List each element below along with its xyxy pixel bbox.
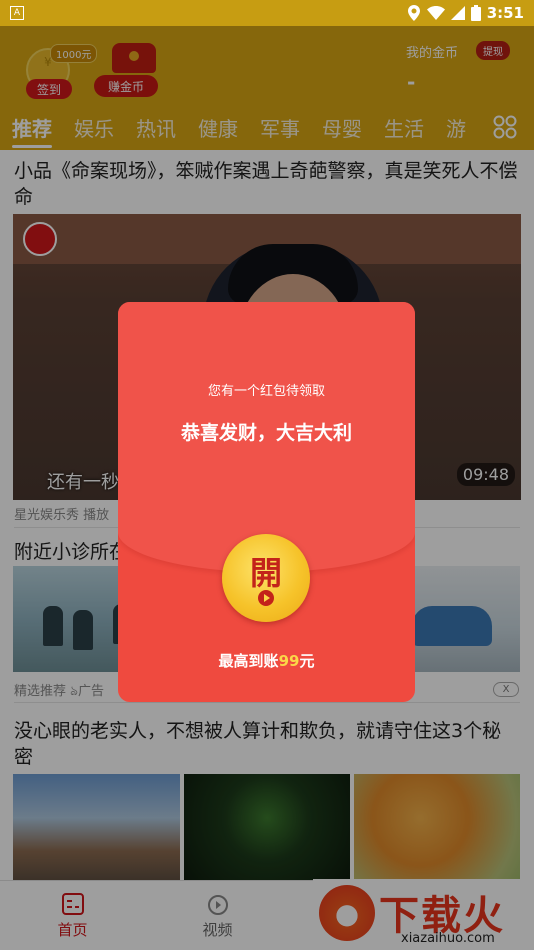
wifi-icon	[426, 6, 445, 20]
status-bar: A 3:51	[0, 0, 534, 26]
status-time: 3:51	[486, 4, 524, 22]
open-red-packet-button[interactable]: 開	[222, 534, 310, 622]
battery-icon	[470, 5, 481, 21]
red-packet-greeting: 恭喜发财，大吉大利	[180, 422, 352, 444]
max-reward-amount: 99	[278, 652, 300, 670]
location-icon	[407, 5, 420, 21]
app-notification-icon: A	[10, 6, 24, 20]
red-packet-pending-text: 您有一个红包待领取	[207, 384, 325, 399]
play-icon	[258, 590, 274, 606]
max-reward-text: 最高到账99元	[218, 652, 315, 670]
signal-icon	[450, 6, 465, 20]
open-label: 開	[249, 554, 282, 592]
red-packet-dialog: 您有一个红包待领取 恭喜发财，大吉大利 開 最高到账99元	[118, 302, 415, 702]
